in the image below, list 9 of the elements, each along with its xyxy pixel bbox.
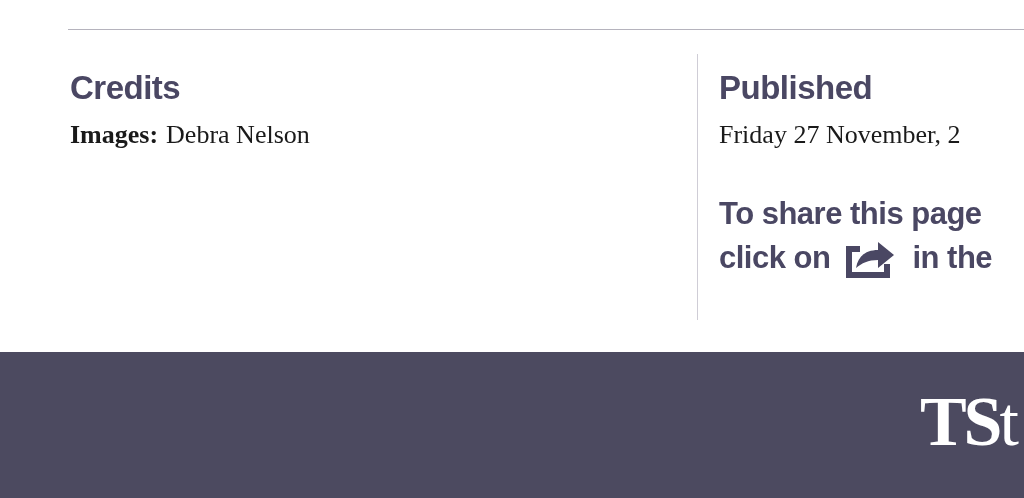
share-instruction: To share this page bbox=[719, 195, 983, 233]
share-instruction: click on bbox=[719, 239, 831, 277]
credit-value: Debra Nelson bbox=[166, 119, 310, 151]
section-heading: Credits bbox=[70, 68, 182, 108]
publish-date: Friday 27 November, 2 bbox=[719, 119, 962, 151]
site-logo: TSt bbox=[919, 382, 1018, 462]
share-instruction: in the bbox=[912, 239, 993, 277]
section-heading: Published bbox=[719, 68, 874, 108]
credit-label: Images: bbox=[70, 119, 159, 151]
